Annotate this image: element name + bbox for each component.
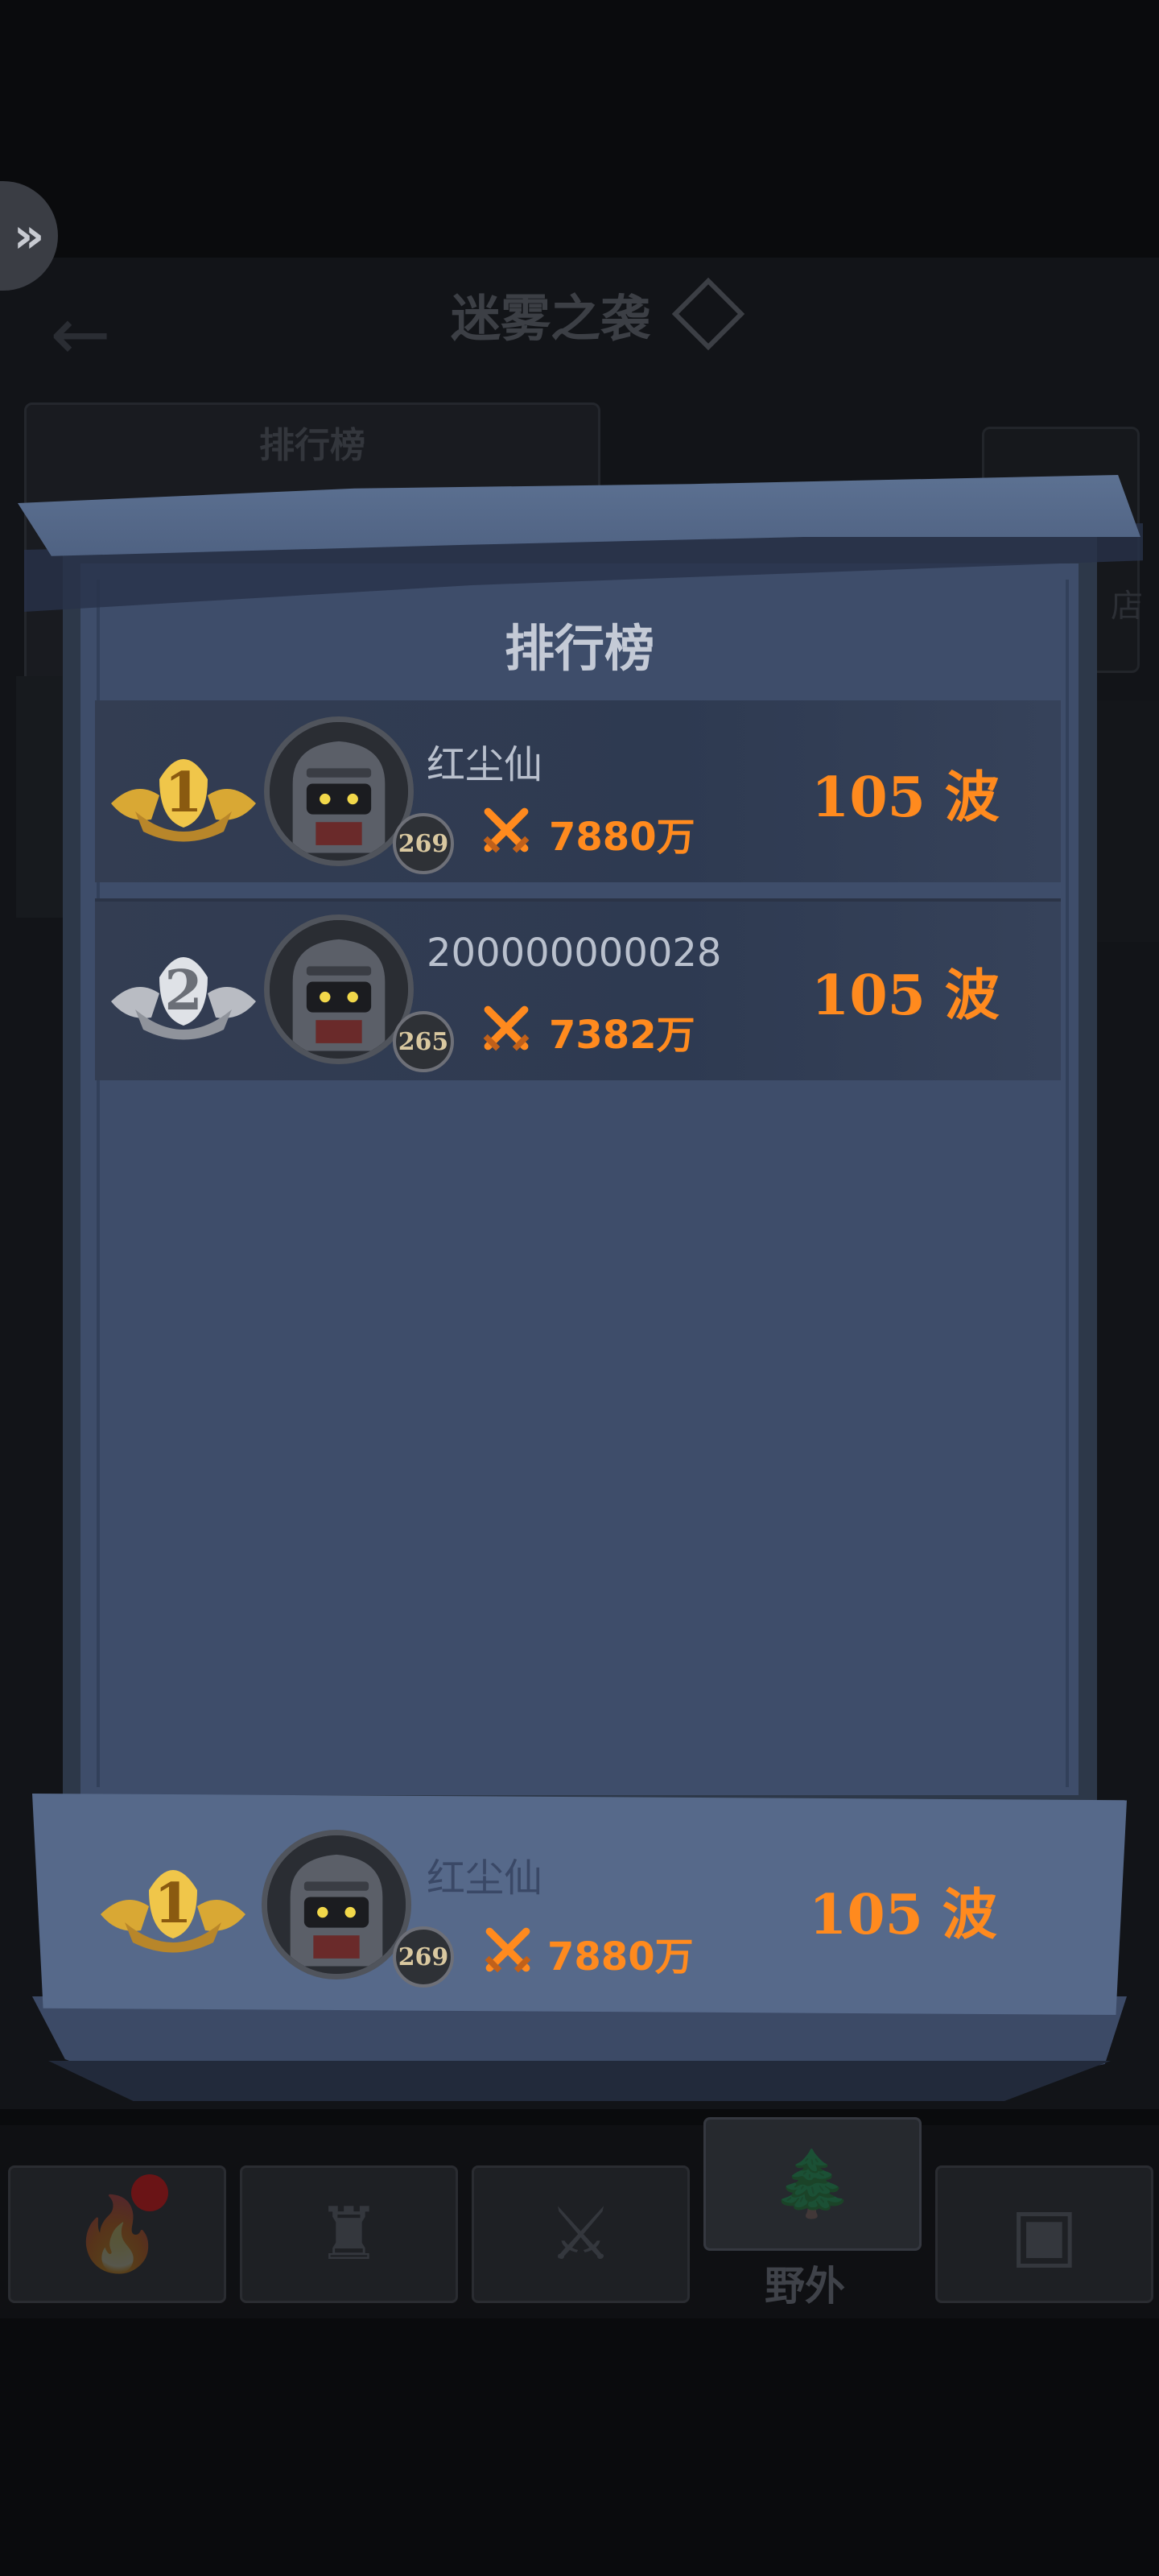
avatar[interactable]: [262, 1830, 411, 1979]
player-name: 200000000028: [427, 931, 722, 976]
gold-rank-medal-icon: 1: [111, 759, 256, 842]
knight-helmet-icon: [270, 920, 408, 1059]
silver-rank-medal-icon: 2: [111, 957, 256, 1040]
nav-campfire-button[interactable]: 🔥: [8, 2165, 226, 2303]
leaderboard-title: 排行榜: [504, 619, 654, 678]
crossed-swords-icon: [485, 1927, 531, 1973]
nav-castle-button[interactable]: ♜: [240, 2165, 458, 2303]
leaderboard-row[interactable]: 1 269 红尘仙 7880万 105 波: [95, 700, 1061, 882]
stage-title: 迷雾之袭: [451, 277, 821, 351]
knight-helmet-icon: [267, 1835, 406, 1974]
level-badge: 269: [393, 813, 454, 874]
player-name: 红尘仙: [427, 1856, 543, 1901]
castle-icon: ♜: [316, 2192, 382, 2277]
medal-rank-number: 1: [154, 1872, 192, 1936]
my-rank-row[interactable]: 1 269 红尘仙 7880万 105 波: [32, 1794, 1127, 2015]
gold-rank-medal-icon: 1: [101, 1870, 245, 1953]
player-name: 红尘仙: [427, 742, 543, 787]
nav-wild-label: 野外: [765, 2263, 845, 2310]
diamond-icon: [671, 277, 745, 351]
wave-value: 105 波: [809, 1883, 997, 1947]
level-badge: 269: [393, 1926, 454, 1988]
background-rank-title: 排行榜: [259, 425, 365, 466]
avatar[interactable]: [264, 914, 414, 1064]
stage-title-text: 迷雾之袭: [451, 289, 651, 348]
medal-rank-number: 1: [164, 761, 202, 825]
nav-battle-button[interactable]: ⚔: [472, 2165, 690, 2303]
treasure-chest-icon: ▣: [1009, 2192, 1079, 2277]
nav-wild-button[interactable]: 🌲: [703, 2117, 922, 2251]
knight-helmet-icon: [270, 722, 408, 861]
notification-dot: [131, 2174, 168, 2211]
power-value: 7382万: [549, 1013, 695, 1058]
my-rank-content: 1 269 红尘仙 7880万 105 波: [32, 1794, 1127, 2015]
back-arrow-icon[interactable]: ←: [16, 290, 145, 378]
forest-icon: 🌲: [772, 2146, 853, 2221]
crossed-swords-icon: ⚔: [548, 2192, 613, 2277]
crossed-swords-icon: [483, 807, 530, 853]
wave-value: 105 波: [811, 766, 1000, 830]
level-badge: 265: [393, 1011, 454, 1072]
power-value: 7880万: [549, 815, 695, 860]
power-value: 7880万: [547, 1934, 694, 1979]
background-shop-label: 店: [1111, 588, 1143, 625]
crossed-swords-icon: [483, 1005, 530, 1051]
leaderboard-row[interactable]: 2 265 200000000028 7382万 105 波: [95, 898, 1061, 1080]
row-divider: [95, 898, 1061, 902]
wave-value: 105 波: [811, 964, 1000, 1028]
scroll-bottom-shadow: [48, 2061, 1111, 2101]
medal-rank-number: 2: [164, 959, 202, 1023]
avatar[interactable]: [264, 716, 414, 866]
nav-treasure-button[interactable]: ▣: [935, 2165, 1153, 2303]
